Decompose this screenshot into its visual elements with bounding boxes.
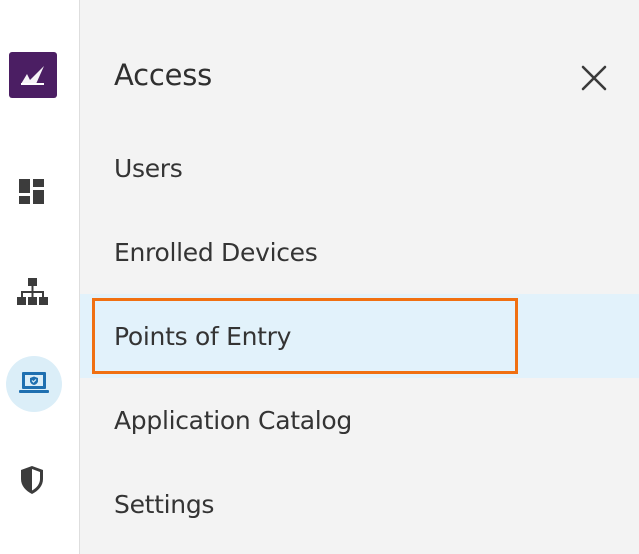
network-topology-icon[interactable] [10,270,54,314]
access-menu: Users Enrolled Devices Points of Entry A… [80,126,639,546]
brand-logo-icon [9,52,57,98]
shield-glyph [21,466,43,494]
access-flyout-panel: Access Users Enrolled Devices Points of … [80,0,639,554]
menu-item-application-catalog[interactable]: Application Catalog [80,378,639,462]
close-button[interactable] [574,58,614,98]
close-icon [581,65,607,91]
dashboard-icon[interactable] [10,170,54,214]
menu-item-settings[interactable]: Settings [80,462,639,546]
menu-item-users[interactable]: Users [80,126,639,210]
app-frame: Access Users Enrolled Devices Points of … [0,0,639,554]
menu-item-label: Settings [114,489,215,519]
secure-laptop-glyph [19,372,49,393]
panel-title: Access [114,58,213,92]
menu-item-points-of-entry[interactable]: Points of Entry [80,294,639,378]
menu-item-label: Users [114,153,183,183]
dashboard-glyph [19,179,44,204]
shield-icon[interactable] [10,458,54,502]
menu-item-label: Points of Entry [114,321,292,351]
menu-item-enrolled-devices[interactable]: Enrolled Devices [80,210,639,294]
secure-laptop-icon[interactable] [6,356,62,412]
menu-item-label: Application Catalog [114,405,352,435]
brand-logo-mark [21,66,44,85]
icon-rail [0,0,80,554]
menu-item-label: Enrolled Devices [114,237,318,267]
network-glyph [17,278,48,305]
